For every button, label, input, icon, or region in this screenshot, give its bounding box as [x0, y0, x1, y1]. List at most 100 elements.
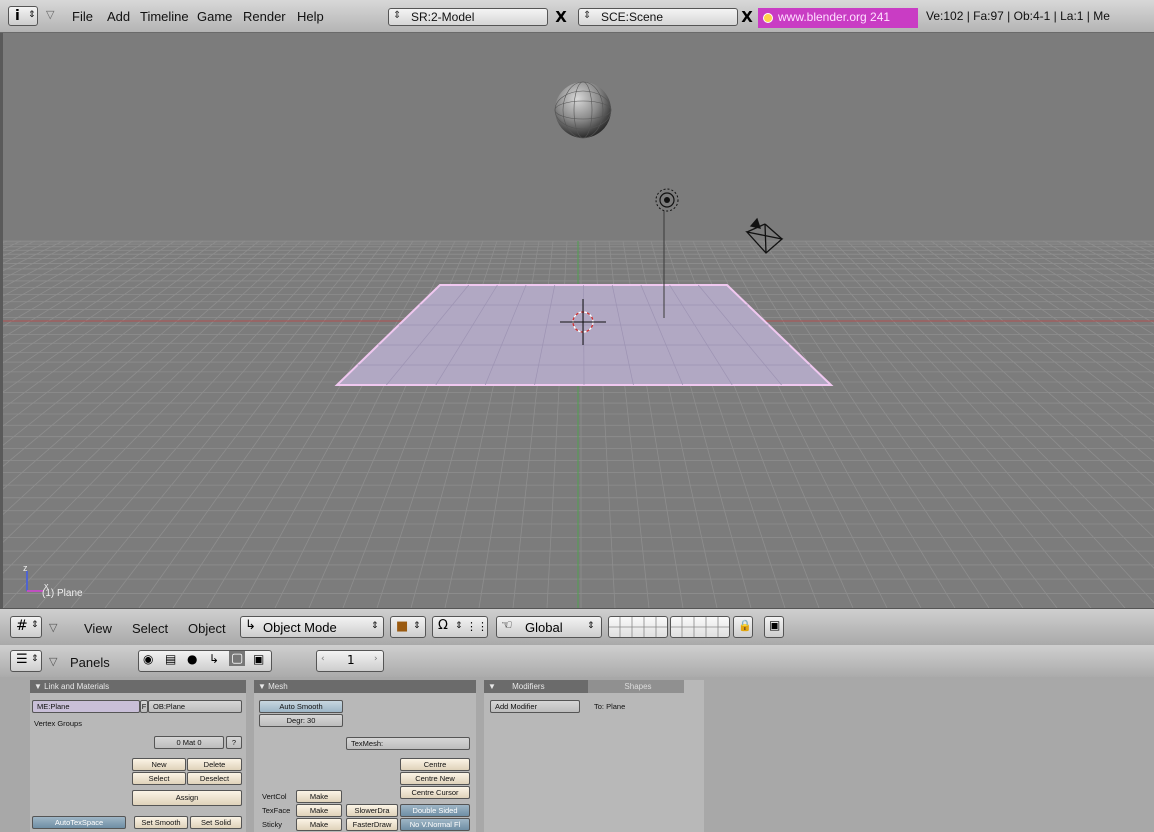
axis-z-label: z — [23, 563, 28, 573]
viewport-canvas[interactable]: z x — [3, 33, 1154, 608]
tab-modifiers-label: Modifiers — [512, 682, 545, 691]
window-type-button[interactable]: i ⇕ — [8, 6, 38, 26]
panel-title-text: Link and Materials — [44, 682, 110, 691]
grid-line — [36, 240, 358, 608]
menu-select[interactable]: Select — [132, 621, 168, 636]
slower-draw-button[interactable]: SlowerDra — [346, 804, 398, 817]
script-icon[interactable]: ▤ — [165, 652, 176, 666]
collapse-menu-icon[interactable]: ▽ — [49, 621, 57, 634]
grid-line — [3, 240, 190, 364]
centre-button[interactable]: Centre — [400, 758, 470, 771]
scene-stats: Ve:102 | Fa:97 | Ob:4-1 | La:1 | Me — [926, 9, 1110, 23]
new-material-button[interactable]: New — [132, 758, 186, 771]
chevron-left-icon[interactable]: ‹ — [321, 654, 325, 664]
menu-timeline[interactable]: Timeline — [140, 9, 189, 24]
shading-icon[interactable]: ● — [187, 652, 197, 666]
add-modifier-button[interactable]: Add Modifier — [490, 700, 580, 713]
layer-buttons-1[interactable] — [608, 616, 668, 638]
frame-value: 1 — [347, 653, 355, 667]
active-object-label: (1) Plane — [42, 588, 83, 599]
editor-type-button[interactable]: # ⇕ — [10, 616, 42, 638]
collapse-menu-icon[interactable]: ▽ — [49, 655, 57, 668]
object-name-text: OB:Plane — [153, 702, 186, 711]
menu-add[interactable]: Add — [107, 9, 130, 24]
grid-line — [138, 240, 400, 608]
centre-new-button[interactable]: Centre New — [400, 772, 470, 785]
delete-scene-button[interactable]: X — [738, 8, 756, 26]
material-index-field[interactable]: 0 Mat 0 — [154, 736, 224, 749]
menu-view[interactable]: View — [84, 621, 112, 636]
set-solid-button[interactable]: Set Solid — [190, 816, 242, 829]
camera-object[interactable] — [745, 217, 784, 254]
editor-type-button[interactable]: ☰ ⇕ — [10, 650, 42, 672]
layer-grid-icon — [609, 617, 667, 637]
double-sided-toggle[interactable]: Double Sided — [400, 804, 470, 817]
layer-grid-icon — [671, 617, 729, 637]
grid-line — [860, 240, 1154, 511]
panel-title[interactable]: ▼ Mesh — [254, 680, 476, 693]
grid-line — [734, 240, 956, 608]
3d-viewport[interactable]: z x — [0, 33, 1154, 608]
sphere-object[interactable] — [555, 82, 611, 138]
grid-line — [1140, 240, 1154, 248]
set-smooth-button[interactable]: Set Smooth — [134, 816, 188, 829]
menu-render[interactable]: Render — [243, 9, 286, 24]
faster-draw-button[interactable]: FasterDraw — [346, 818, 398, 831]
panel-modifiers: ▼ Modifiers Shapes Add Modifier To: Plan… — [484, 680, 704, 832]
vertcol-label: VertCol — [262, 792, 287, 801]
logic-icon[interactable]: ◉ — [143, 652, 153, 666]
menu-help[interactable]: Help — [297, 9, 324, 24]
object-name-field[interactable]: OB:Plane — [148, 700, 242, 713]
blender-url-banner[interactable]: www.blender.org 241 — [758, 8, 918, 28]
degr-field[interactable]: Degr: 30 — [259, 714, 343, 727]
pivot-button[interactable]: Ω ⇕ ⋮⋮ — [432, 616, 488, 638]
lock-layers-button[interactable]: 🔒 — [733, 616, 753, 638]
centre-cursor-button[interactable]: Centre Cursor — [400, 786, 470, 799]
layer-buttons-2[interactable] — [670, 616, 730, 638]
select-material-button[interactable]: Select — [132, 772, 186, 785]
deselect-material-button[interactable]: Deselect — [187, 772, 242, 785]
grid-line — [3, 240, 218, 393]
screen-selector[interactable]: ⇕ SR:2-Model — [388, 8, 548, 26]
menu-game[interactable]: Game — [197, 9, 232, 24]
grid-line — [1042, 240, 1154, 304]
draw-type-button[interactable]: ■ ⇕ — [390, 616, 426, 638]
autotexspace-toggle[interactable]: AutoTexSpace — [32, 816, 126, 829]
grid-line — [804, 240, 1126, 608]
tab-shapes[interactable]: Shapes — [588, 680, 684, 693]
collapse-menu-icon[interactable]: ▽ — [46, 8, 54, 21]
texface-make-button[interactable]: Make — [296, 804, 342, 817]
object-icon[interactable]: ↳ — [209, 652, 219, 666]
scene-selector[interactable]: ⇕ SCE:Scene — [578, 8, 738, 26]
texmesh-field[interactable]: TexMesh: — [346, 737, 470, 750]
auto-smooth-toggle[interactable]: Auto Smooth — [259, 700, 343, 713]
scene-icon[interactable]: ▣ — [253, 652, 264, 666]
grid-line — [3, 240, 92, 288]
mode-selector[interactable]: ↳ Object Mode ⇕ — [240, 616, 384, 638]
updown-icon: ⇕ — [587, 621, 595, 631]
menu-file[interactable]: File — [72, 9, 93, 24]
vertcol-make-button[interactable]: Make — [296, 790, 342, 803]
orientation-selector[interactable]: ☜ Global ⇕ — [496, 616, 602, 638]
panels-menu[interactable]: Panels — [70, 655, 110, 670]
render-view-button[interactable]: ▣ — [764, 616, 784, 638]
material-browse-button[interactable]: ? — [226, 736, 242, 749]
tab-modifiers[interactable]: ▼ Modifiers — [484, 680, 588, 693]
assign-material-button[interactable]: Assign — [132, 790, 242, 806]
3d-view-header: # ⇕ ▽ View Select Object ↳ Object Mode ⇕… — [0, 608, 1154, 646]
panel-title[interactable]: ▼ Link and Materials — [30, 680, 246, 693]
frame-counter[interactable]: ‹ 1 › — [316, 650, 384, 672]
mesh-name-field[interactable]: ME:Plane — [32, 700, 140, 713]
menu-object[interactable]: Object — [188, 621, 226, 636]
fake-user-button[interactable]: F — [140, 700, 148, 713]
image-icon: ▣ — [769, 618, 781, 632]
grid-line — [3, 240, 78, 280]
delete-material-button[interactable]: Delete — [187, 758, 242, 771]
no-vnormal-flip-toggle[interactable]: No V.Normal Fl — [400, 818, 470, 831]
delete-screen-button[interactable]: X — [552, 8, 570, 26]
chevron-right-icon[interactable]: › — [374, 654, 378, 664]
pivot-icon: Ω — [438, 618, 448, 633]
orientation-value: Global — [525, 620, 563, 635]
editing-icon[interactable]: ▢ — [229, 651, 246, 666]
sticky-make-button[interactable]: Make — [296, 818, 342, 831]
